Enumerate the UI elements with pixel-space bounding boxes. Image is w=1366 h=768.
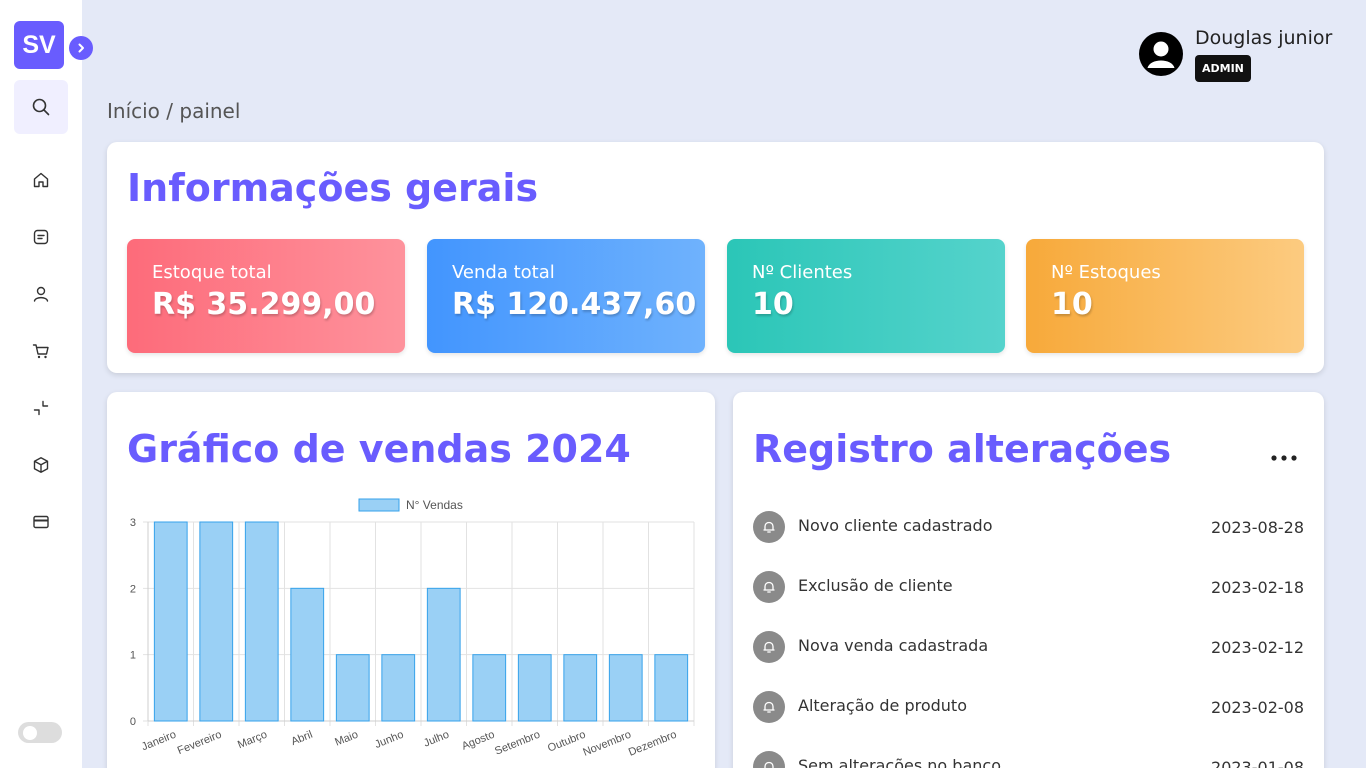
log-text: Sem alterações no banco [798,756,1001,768]
x-tick-label: Setembro [493,729,542,758]
sidebar-item-minimize[interactable] [14,388,68,428]
bar [199,521,234,722]
stat-clients: Nº Clientes 10 [727,239,1005,353]
notes-icon [33,229,49,245]
x-tick-label: Maio [333,729,360,749]
user-avatar-icon [1147,41,1175,68]
changes-log-title: Registro alterações [753,427,1172,471]
log-text: Novo cliente cadastrado [798,516,993,535]
card-icon [33,515,49,529]
sidebar-item-payments[interactable] [14,502,68,542]
overview-card: Informações gerais Estoque total R$ 35.2… [107,142,1324,373]
bar [381,654,416,722]
bar [244,521,279,722]
bar [608,654,643,722]
log-text: Exclusão de cliente [798,576,953,595]
legend-label: N° Vendas [406,498,463,512]
box-icon [33,457,49,473]
log-item: Sem alterações no banco 2023-01-08 [753,751,1304,768]
x-tick-label: Dezembro [627,729,679,759]
stat-label: Estoque total [152,262,272,283]
stat-label: Venda total [452,262,555,283]
log-item: Alteração de produto 2023-02-08 [753,691,1304,731]
x-tick-label: Abril [289,729,314,748]
avatar [1139,32,1183,76]
y-tick-label: 1 [130,650,136,662]
x-tick-label: Agosto [460,729,496,753]
bell-icon [753,691,785,723]
x-tick-label: Julho [422,729,451,750]
log-date: 2023-02-18 [1211,578,1304,597]
stat-label: Nº Clientes [752,262,853,283]
log-date: 2023-01-08 [1211,758,1304,768]
sales-chart-card: Gráfico de vendas 2024 0 1 2 3 Janeiro Fevere… [107,392,715,768]
bell-icon [753,571,785,603]
bar [563,654,598,722]
sidebar-item-cart[interactable] [14,331,68,371]
stat-label: Nº Estoques [1051,262,1161,283]
sidebar-item-products[interactable] [14,445,68,485]
y-tick-label: 3 [130,517,136,529]
y-tick-label: 0 [130,716,136,728]
bar [153,521,188,722]
x-tick-label: Junho [373,729,405,751]
breadcrumb: Início / painel [107,99,241,123]
stat-value: 10 [1051,287,1093,322]
bell-icon [753,511,785,543]
x-tick-label: Outubro [546,729,587,755]
bar [335,654,370,722]
search-icon [32,98,50,116]
stat-value: R$ 120.437,60 [452,287,697,322]
stat-value: 10 [752,287,794,322]
log-text: Nova venda cadastrada [798,636,989,655]
log-date: 2023-02-08 [1211,698,1304,717]
cart-icon [32,344,49,359]
logo: SV [14,21,64,69]
user-icon [33,286,49,302]
overview-title: Informações gerais [127,166,539,210]
minimize-icon [33,400,49,416]
bar [517,654,552,722]
sidebar: SV [0,0,93,768]
stat-total-stock: Estoque total R$ 35.299,00 [127,239,405,353]
log-date: 2023-08-28 [1211,518,1304,537]
legend-swatch [358,498,400,512]
stat-stocks: Nº Estoques 10 [1026,239,1304,353]
log-item: Nova venda cadastrada 2023-02-12 [753,631,1304,671]
bar [472,654,507,722]
bell-icon [753,751,785,768]
bell-icon [753,631,785,663]
changes-log-card: Registro alterações Novo cliente cadastr… [733,392,1324,768]
role-badge: ADMIN [1195,55,1251,82]
sales-bar-chart: 0 1 2 3 JaneiroFevereiro Março Abril Maio Junho J… [130,498,695,759]
user-name: Douglas junior [1195,27,1333,49]
sidebar-toggle-button[interactable] [69,36,93,60]
search-button[interactable] [14,80,68,134]
stat-total-sales: Venda total R$ 120.437,60 [427,239,705,353]
x-tick-label: Janeiro [140,729,178,754]
x-tick-label: Fevereiro [176,729,224,758]
sidebar-item-users[interactable] [14,274,68,314]
log-item: Exclusão de cliente 2023-02-18 [753,571,1304,611]
x-tick-label: Março [236,729,269,752]
chevron-right-icon [78,43,84,53]
more-options-button[interactable] [1269,448,1299,468]
home-icon [33,172,49,188]
log-item: Novo cliente cadastrado 2023-08-28 [753,511,1304,551]
log-text: Alteração de produto [798,696,967,715]
bar [654,654,689,722]
log-date: 2023-02-12 [1211,638,1304,657]
more-dots-icon [1271,455,1297,461]
dark-mode-toggle[interactable] [18,722,62,743]
y-tick-label: 2 [130,583,136,595]
sidebar-item-home[interactable] [14,160,68,200]
stat-value: R$ 35.299,00 [152,287,376,322]
sidebar-item-notes[interactable] [14,217,68,257]
bar [290,587,325,722]
x-tick-label: Novembro [581,729,633,759]
bar [426,587,461,722]
